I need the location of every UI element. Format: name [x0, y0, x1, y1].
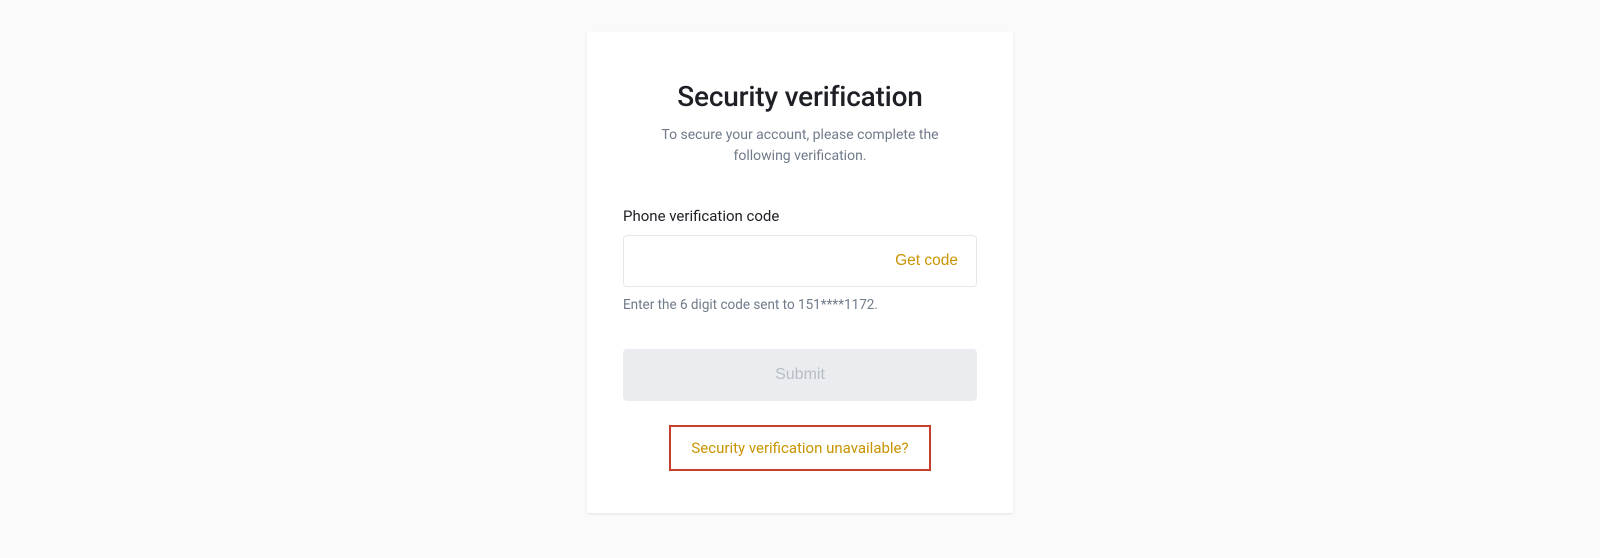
phone-code-input-wrapper: Get code: [623, 235, 977, 287]
submit-button[interactable]: Submit: [623, 349, 977, 401]
phone-code-input[interactable]: [624, 236, 877, 286]
verification-card: Security verification To secure your acc…: [587, 32, 1013, 513]
phone-code-helper: Enter the 6 digit code sent to 151****11…: [623, 297, 977, 313]
page-title: Security verification: [623, 80, 977, 113]
phone-code-label: Phone verification code: [623, 207, 977, 225]
security-unavailable-link[interactable]: Security verification unavailable?: [669, 425, 930, 471]
unavailable-link-wrapper: Security verification unavailable?: [623, 425, 977, 471]
page-subtitle: To secure your account, please complete …: [623, 125, 977, 167]
get-code-button[interactable]: Get code: [877, 236, 976, 286]
